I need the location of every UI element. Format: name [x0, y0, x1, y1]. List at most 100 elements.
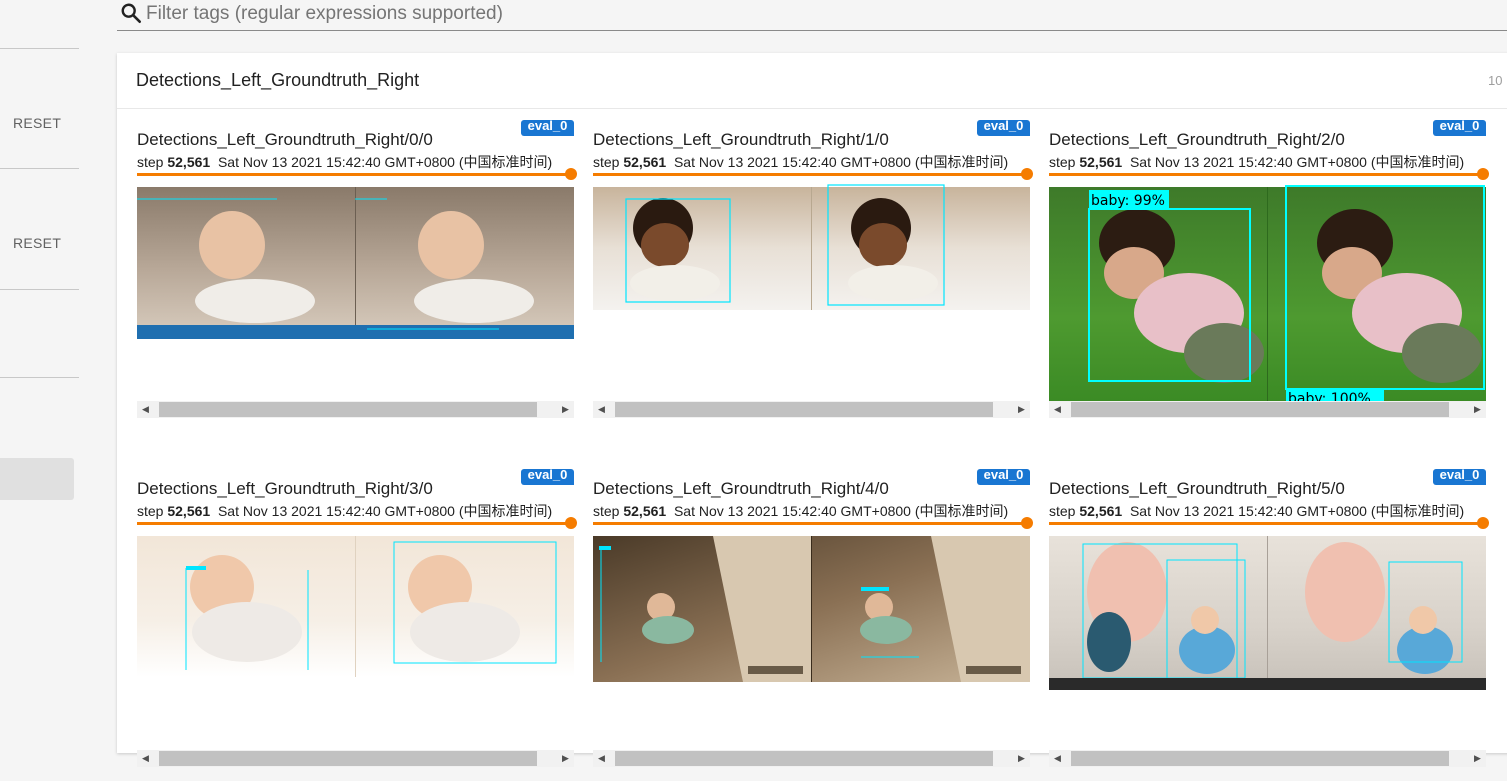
- scrollbar-thumb[interactable]: [615, 402, 993, 417]
- image-tile: Detections_Left_Groundtruth_Right/4/0 ev…: [593, 469, 1033, 781]
- step-prefix: step: [137, 154, 164, 170]
- left-sidebar: RESET RESET: [0, 0, 79, 742]
- step-prefix: step: [593, 503, 620, 519]
- tile-tag-name: Detections_Left_Groundtruth_Right/3/0: [137, 479, 433, 498]
- step-prefix: step: [593, 154, 620, 170]
- slider-thumb[interactable]: [1477, 517, 1489, 529]
- scroll-left-icon[interactable]: ◀: [593, 750, 610, 767]
- horizontal-scrollbar[interactable]: ◀ ▶: [593, 401, 1030, 418]
- step-value: 52,561: [623, 154, 667, 170]
- step-info: step 52,561 Sat Nov 13 2021 15:42:40 GMT…: [1049, 501, 1464, 521]
- tile-tag-name: Detections_Left_Groundtruth_Right/4/0: [593, 479, 889, 498]
- detection-label: baby: 99%: [1091, 193, 1165, 209]
- card-title: Detections_Left_Groundtruth_Right: [136, 70, 420, 90]
- tile-tag-name: Detections_Left_Groundtruth_Right/1/0: [593, 130, 889, 149]
- sidebar-divider: [0, 289, 79, 290]
- search-icon: [121, 3, 141, 23]
- step-prefix: step: [1049, 154, 1076, 170]
- step-slider[interactable]: [137, 168, 577, 180]
- reset-button-2[interactable]: RESET: [13, 235, 61, 251]
- scrollbar-thumb[interactable]: [1071, 402, 1449, 417]
- horizontal-scrollbar[interactable]: ◀ ▶: [1049, 401, 1486, 418]
- scroll-right-icon[interactable]: ▶: [1013, 750, 1030, 767]
- timestamp: Sat Nov 13 2021 15:42:40 GMT+0800 (中国标准时…: [673, 154, 1009, 170]
- filter-tags-input[interactable]: [146, 0, 1046, 28]
- timestamp: Sat Nov 13 2021 15:42:40 GMT+0800 (中国标准时…: [1129, 503, 1465, 519]
- scroll-right-icon[interactable]: ▶: [557, 401, 574, 418]
- slider-thumb[interactable]: [1021, 517, 1033, 529]
- step-slider[interactable]: [593, 517, 1033, 529]
- timestamp: Sat Nov 13 2021 15:42:40 GMT+0800 (中国标准时…: [217, 154, 553, 170]
- sidebar-selected-item[interactable]: [0, 458, 74, 500]
- card-header[interactable]: Detections_Left_Groundtruth_Right 10: [117, 53, 1507, 109]
- horizontal-scrollbar[interactable]: ◀ ▶: [137, 750, 574, 767]
- step-info: step 52,561 Sat Nov 13 2021 15:42:40 GMT…: [137, 501, 552, 521]
- detection-image: baby: 99% baby: 100%: [1049, 185, 1486, 403]
- step-info: step 52,561 Sat Nov 13 2021 15:42:40 GMT…: [593, 152, 1008, 172]
- tile-tag-name: Detections_Left_Groundtruth_Right/0/0: [137, 130, 433, 149]
- step-slider[interactable]: [1049, 168, 1489, 180]
- sidebar-divider: [0, 377, 79, 378]
- run-chip: eval_0: [977, 469, 1030, 485]
- image-container: [137, 183, 574, 403]
- run-chip: eval_0: [521, 120, 574, 136]
- scroll-left-icon[interactable]: ◀: [1049, 401, 1066, 418]
- image-tile: Detections_Left_Groundtruth_Right/1/0 ev…: [593, 120, 1033, 432]
- scrollbar-thumb[interactable]: [159, 402, 537, 417]
- sidebar-divider: [0, 168, 79, 169]
- step-info: step 52,561 Sat Nov 13 2021 15:42:40 GMT…: [593, 501, 1008, 521]
- horizontal-scrollbar[interactable]: ◀ ▶: [137, 401, 574, 418]
- tile-tag-name: Detections_Left_Groundtruth_Right/2/0: [1049, 130, 1345, 149]
- step-slider[interactable]: [593, 168, 1033, 180]
- scroll-right-icon[interactable]: ▶: [1469, 750, 1486, 767]
- scroll-right-icon[interactable]: ▶: [557, 750, 574, 767]
- sidebar-divider: [0, 48, 79, 49]
- step-slider[interactable]: [1049, 517, 1489, 529]
- scrollbar-thumb[interactable]: [1071, 751, 1449, 766]
- run-chip: eval_0: [1433, 469, 1486, 485]
- reset-button-1[interactable]: RESET: [13, 115, 61, 131]
- scroll-left-icon[interactable]: ◀: [1049, 750, 1066, 767]
- run-chip: eval_0: [521, 469, 574, 485]
- timestamp: Sat Nov 13 2021 15:42:40 GMT+0800 (中国标准时…: [217, 503, 553, 519]
- image-tile: Detections_Left_Groundtruth_Right/5/0 ev…: [1049, 469, 1489, 781]
- step-prefix: step: [1049, 503, 1076, 519]
- image-tile: Detections_Left_Groundtruth_Right/2/0 ev…: [1049, 120, 1489, 432]
- run-chip: eval_0: [977, 120, 1030, 136]
- scrollbar-thumb[interactable]: [159, 751, 537, 766]
- card-count: 10: [1488, 73, 1503, 88]
- image-container: [593, 183, 1030, 403]
- image-tile: Detections_Left_Groundtruth_Right/3/0 ev…: [137, 469, 577, 781]
- step-value: 52,561: [167, 154, 211, 170]
- detection-image: [1049, 536, 1486, 690]
- timestamp: Sat Nov 13 2021 15:42:40 GMT+0800 (中国标准时…: [1129, 154, 1465, 170]
- step-value: 52,561: [167, 503, 211, 519]
- step-info: step 52,561 Sat Nov 13 2021 15:42:40 GMT…: [137, 152, 552, 172]
- run-chip: eval_0: [1433, 120, 1486, 136]
- step-slider[interactable]: [137, 517, 577, 529]
- timestamp: Sat Nov 13 2021 15:42:40 GMT+0800 (中国标准时…: [673, 503, 1009, 519]
- tile-tag-name: Detections_Left_Groundtruth_Right/5/0: [1049, 479, 1345, 498]
- detection-image: [137, 536, 574, 677]
- scroll-left-icon[interactable]: ◀: [593, 401, 610, 418]
- slider-thumb[interactable]: [1021, 168, 1033, 180]
- scroll-left-icon[interactable]: ◀: [137, 401, 154, 418]
- slider-thumb[interactable]: [1477, 168, 1489, 180]
- image-container: [593, 532, 1030, 752]
- image-container: [1049, 532, 1486, 752]
- scroll-right-icon[interactable]: ▶: [1469, 401, 1486, 418]
- slider-thumb[interactable]: [565, 517, 577, 529]
- slider-thumb[interactable]: [565, 168, 577, 180]
- step-prefix: step: [137, 503, 164, 519]
- scroll-left-icon[interactable]: ◀: [137, 750, 154, 767]
- scrollbar-thumb[interactable]: [615, 751, 993, 766]
- detection-image: [137, 187, 574, 339]
- horizontal-scrollbar[interactable]: ◀ ▶: [1049, 750, 1486, 767]
- scroll-right-icon[interactable]: ▶: [1013, 401, 1030, 418]
- detection-image: [593, 184, 1030, 310]
- horizontal-scrollbar[interactable]: ◀ ▶: [593, 750, 1030, 767]
- image-container: [137, 532, 574, 752]
- detection-image: [593, 536, 1030, 682]
- step-value: 52,561: [623, 503, 667, 519]
- step-value: 52,561: [1079, 503, 1123, 519]
